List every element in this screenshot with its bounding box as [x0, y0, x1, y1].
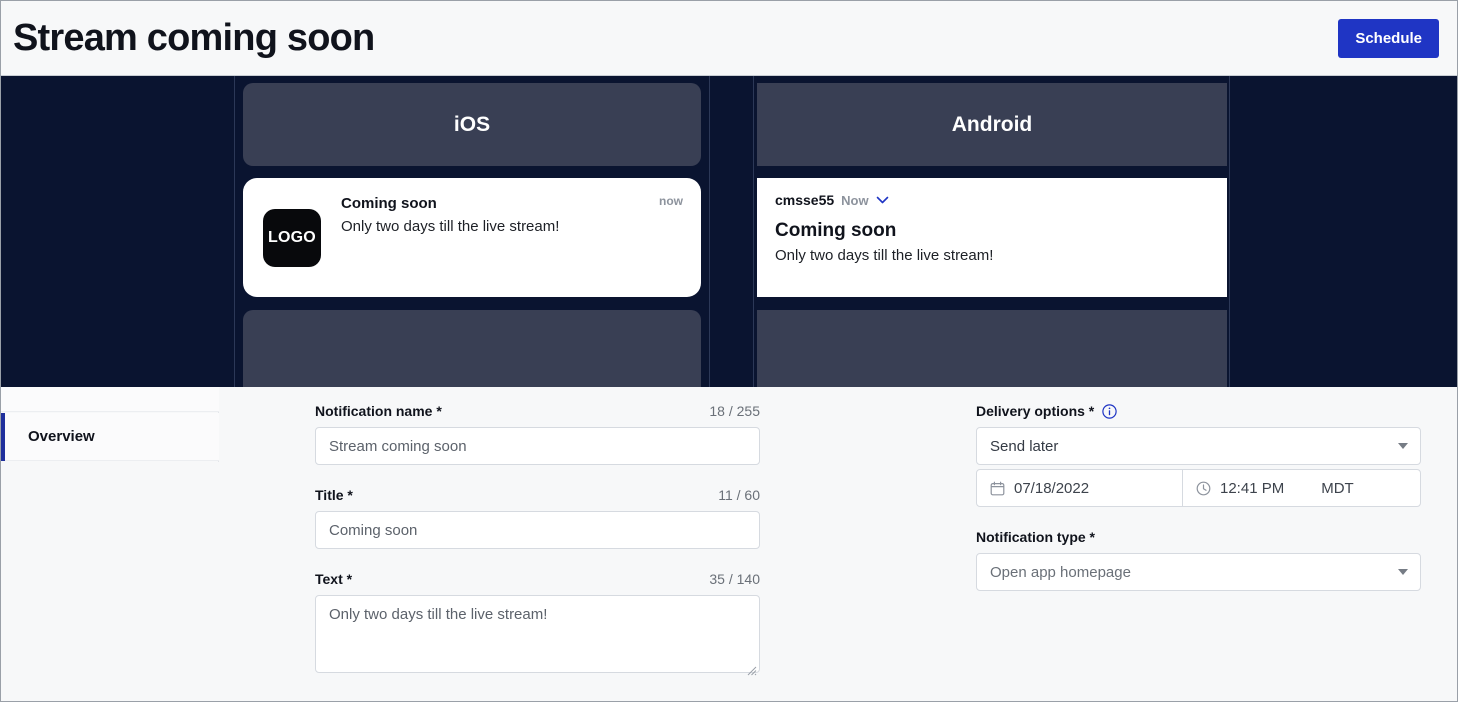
preview-divider-left	[234, 76, 235, 387]
preview-divider-right	[1229, 76, 1230, 387]
calendar-icon	[990, 481, 1005, 496]
text-counter: 35 / 140	[709, 571, 760, 587]
title-label: Title *	[315, 487, 353, 503]
ios-os-label: iOS	[453, 112, 491, 136]
app-window: Stream coming soon Schedule iOS LOGO now…	[0, 0, 1458, 702]
text-label: Text *	[315, 571, 353, 587]
delivery-date-value: 07/18/2022	[1014, 479, 1090, 497]
delivery-time-field[interactable]: 12:41 PM MDT	[1183, 470, 1420, 506]
ios-notification-time: now	[659, 194, 683, 208]
chevron-down-icon[interactable]	[876, 196, 889, 204]
ios-status-bar: iOS	[243, 83, 701, 166]
notification-type-value: Open app homepage	[990, 563, 1131, 581]
page-header: Stream coming soon Schedule	[1, 1, 1457, 76]
field-header: Title * 11 / 60	[315, 487, 760, 503]
sidebar-empty-area	[1, 462, 219, 701]
title-input[interactable]	[315, 511, 760, 549]
preview-divider-ios-right	[709, 76, 710, 387]
delivery-options-label: Delivery options *	[976, 403, 1095, 419]
sidebar-item-label: Overview	[28, 428, 95, 445]
ios-home-area	[243, 310, 701, 387]
form-column-right: Delivery options * Send later 07/18/2022…	[976, 403, 1421, 701]
field-delivery-options: Delivery options * Send later 07/18/2022…	[976, 403, 1421, 507]
page-title: Stream coming soon	[13, 17, 375, 59]
form-column-left: Notification name * 18 / 255 Title * 11 …	[315, 403, 760, 701]
android-home-area	[757, 310, 1227, 387]
info-icon[interactable]	[1102, 403, 1117, 419]
delivery-date-field[interactable]: 07/18/2022	[977, 470, 1183, 506]
field-notification-name: Notification name * 18 / 255	[315, 403, 760, 465]
notification-preview-area: iOS LOGO now Coming soon Only two days t…	[1, 76, 1457, 387]
field-header: Notification type *	[976, 529, 1421, 545]
android-preview: Android cmsse55 Now Coming soon Only two…	[757, 76, 1227, 387]
field-notification-type: Notification type * Open app homepage	[976, 529, 1421, 591]
app-logo-icon: LOGO	[263, 208, 321, 267]
field-title: Title * 11 / 60	[315, 487, 760, 549]
delivery-options-value: Send later	[990, 437, 1059, 455]
android-status-bar: Android	[757, 83, 1227, 166]
field-header: Delivery options *	[976, 403, 1421, 419]
sidebar-item-overview[interactable]: Overview	[1, 413, 219, 461]
editor-area: Overview Notification name * 18 / 255 Ti…	[1, 387, 1457, 701]
android-notification-text: Only two days till the live stream!	[775, 247, 994, 264]
notification-type-select[interactable]: Open app homepage	[976, 553, 1421, 591]
schedule-button[interactable]: Schedule	[1338, 18, 1439, 58]
ios-notification-text: Only two days till the live stream!	[341, 217, 560, 235]
ios-notification-title: Coming soon	[341, 195, 437, 212]
clock-icon	[1196, 481, 1211, 496]
title-counter: 11 / 60	[718, 487, 760, 503]
notification-type-label: Notification type *	[976, 529, 1096, 545]
sidebar: Overview	[1, 387, 219, 701]
ios-notification-card: LOGO now Coming soon Only two days till …	[243, 178, 701, 297]
ios-preview: iOS LOGO now Coming soon Only two days t…	[243, 76, 701, 387]
chevron-down-icon	[1398, 569, 1408, 575]
field-header: Notification name * 18 / 255	[315, 403, 760, 419]
android-app-name: cmsse55	[775, 192, 835, 208]
text-textarea[interactable]	[315, 595, 760, 673]
android-notification-meta: cmsse55 Now	[775, 192, 1209, 208]
android-notification-time: Now	[841, 192, 869, 208]
chevron-down-icon	[1398, 443, 1408, 449]
text-input-wrapper	[315, 595, 760, 678]
android-notification-card: cmsse55 Now Coming soon Only two days ti…	[757, 178, 1227, 297]
notification-name-label: Notification name *	[315, 403, 442, 419]
notification-name-counter: 18 / 255	[709, 403, 760, 419]
delivery-options-select[interactable]: Send later	[976, 427, 1421, 465]
preview-divider-android-left	[753, 76, 754, 387]
delivery-datetime-row: 07/18/2022 12:41 PM MDT	[976, 469, 1421, 507]
notification-form: Notification name * 18 / 255 Title * 11 …	[220, 387, 1457, 701]
sidebar-top-strip	[1, 387, 219, 412]
delivery-time-value: 12:41 PM	[1220, 479, 1285, 497]
field-text: Text * 35 / 140	[315, 571, 760, 678]
delivery-timezone: MDT	[1321, 479, 1354, 497]
ios-notification-body: now Coming soon Only two days till the l…	[321, 192, 683, 283]
field-header: Text * 35 / 140	[315, 571, 760, 587]
android-os-label: Android	[951, 112, 1033, 136]
notification-name-input[interactable]	[315, 427, 760, 465]
android-notification-title: Coming soon	[775, 220, 897, 241]
